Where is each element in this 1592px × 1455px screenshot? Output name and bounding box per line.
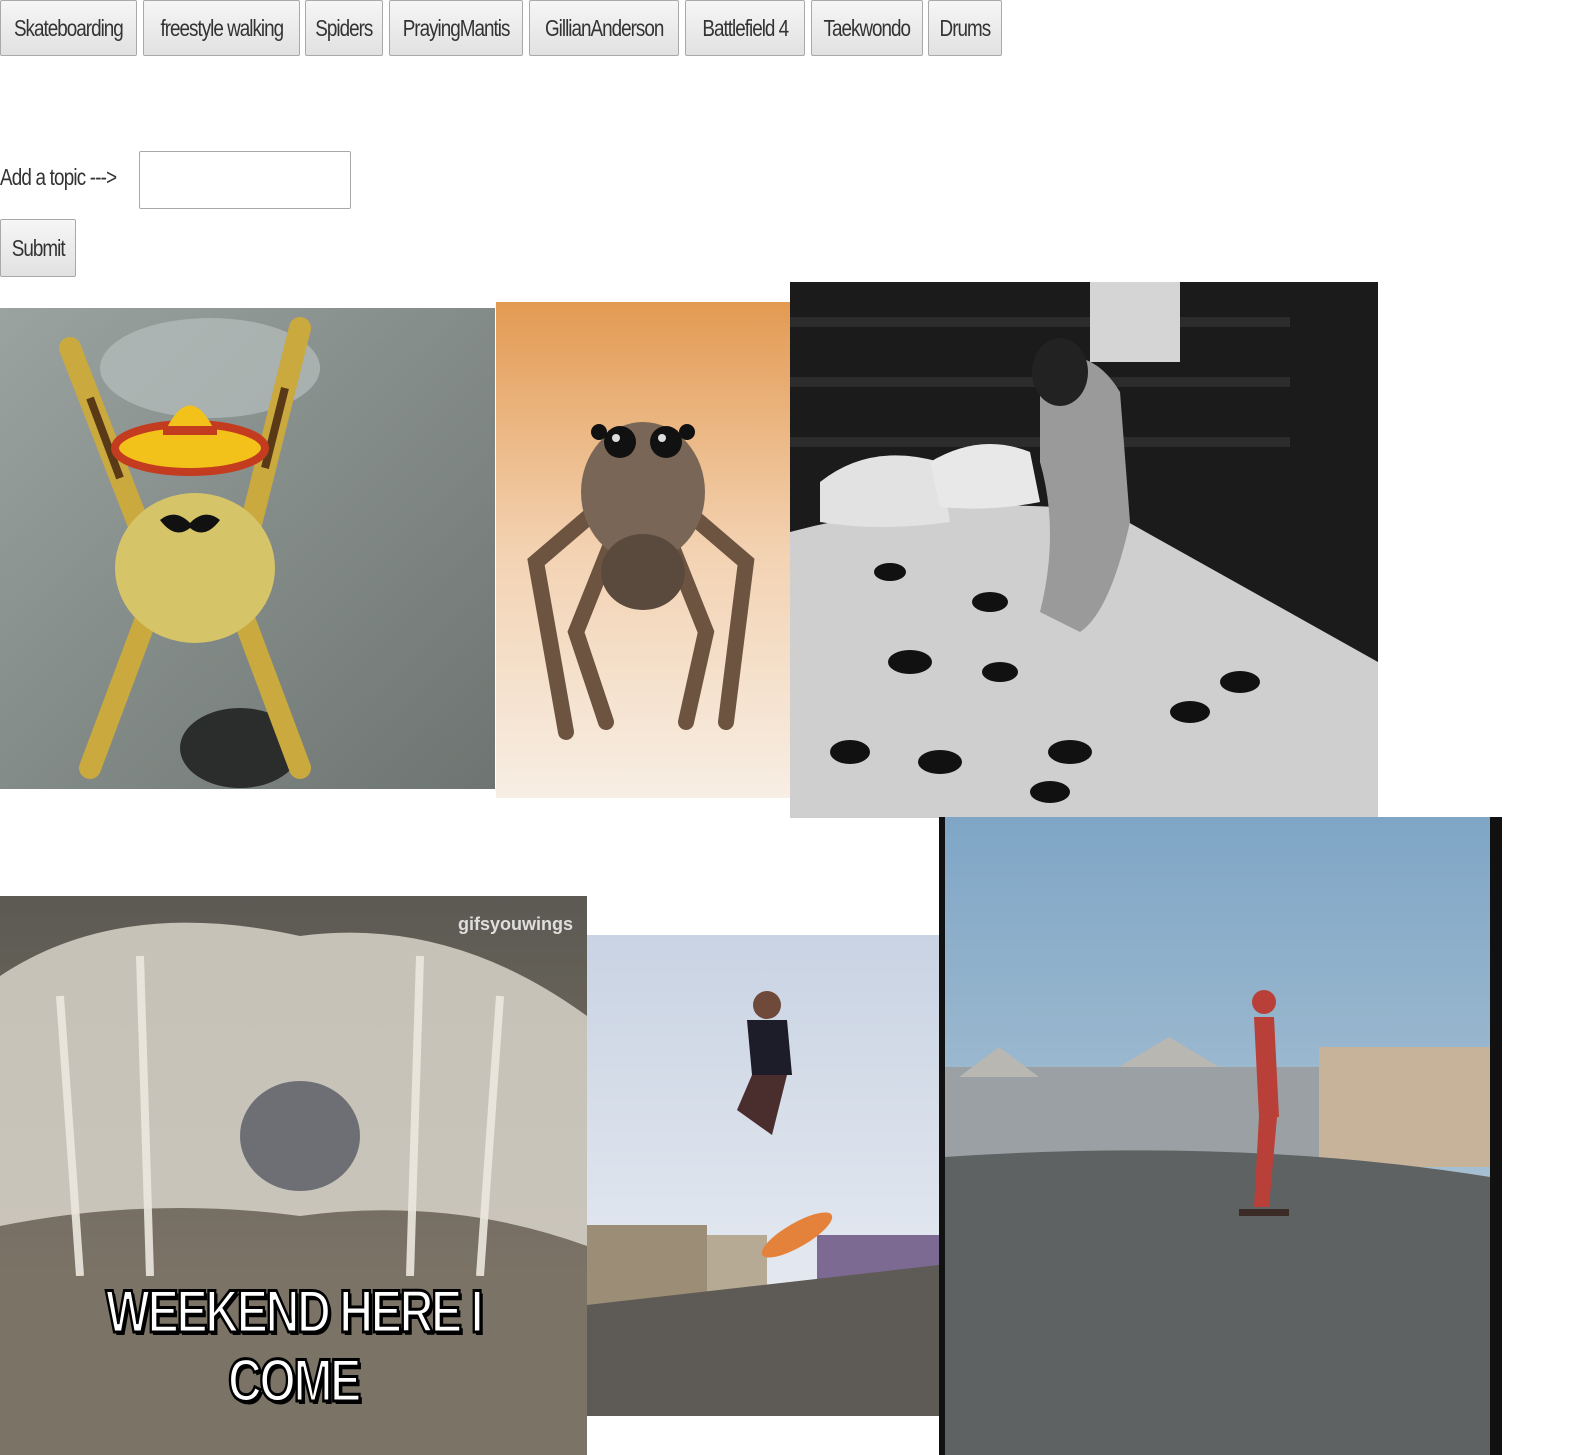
topic-button-skateboarding[interactable]: Skateboarding (0, 0, 137, 56)
gif-caption: WEEKEND HERE I COME (105, 1277, 485, 1416)
gif-watermark: gifsyouwings (457, 914, 573, 934)
gif-sombrero-spider[interactable] (0, 308, 495, 789)
gif-skateboard-kickflip[interactable] (587, 935, 939, 1416)
add-topic-label: Add a topic ---> (0, 164, 117, 190)
topic-button-drums[interactable]: Drums (928, 0, 1002, 56)
topic-button-battlefield-4[interactable]: Battlefield 4 (685, 0, 805, 56)
topic-button-gilliananderson[interactable]: GillianAnderson (529, 0, 679, 56)
submit-button[interactable]: Submit (0, 219, 76, 277)
topic-button-freestyle-walking[interactable]: freestyle walking (143, 0, 300, 56)
gif-fountain-weekend[interactable]: WEEKEND HERE I COME gifsyouwings (0, 896, 587, 1455)
topic-button-spiders[interactable]: Spiders (305, 0, 383, 56)
gif-spiders-on-bed[interactable] (790, 282, 1378, 818)
gif-jumping-spider[interactable] (496, 302, 790, 798)
topic-button-prayingmantis[interactable]: PrayingMantis (389, 0, 523, 56)
topic-input[interactable] (139, 151, 351, 209)
gif-longboarder[interactable] (939, 817, 1502, 1455)
topic-button-taekwondo[interactable]: Taekwondo (811, 0, 923, 56)
